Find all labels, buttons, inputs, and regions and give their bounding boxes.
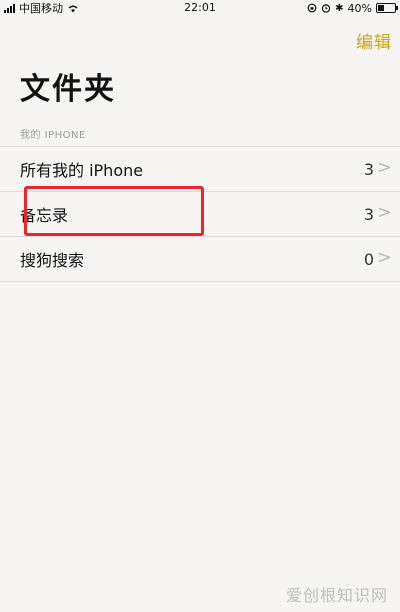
folder-count: 3 <box>363 204 374 224</box>
chevron-right-icon: > <box>376 202 392 223</box>
battery-fill <box>378 5 384 11</box>
bluetooth-icon: ✱ <box>335 2 344 14</box>
edit-button[interactable]: 编辑 <box>356 28 392 53</box>
status-right: ✱ 40% <box>307 0 398 16</box>
folder-count: 3 <box>363 159 374 179</box>
status-bar: 中国移动 22:01 ✱ 40% <box>0 0 400 16</box>
highlight-box <box>24 186 204 236</box>
chevron-right-icon: > <box>376 247 392 268</box>
battery-percent: 40% <box>347 1 372 15</box>
alarm-icon <box>321 4 331 13</box>
folder-count: 0 <box>363 249 374 269</box>
chevron-right-icon: > <box>376 157 392 178</box>
folder-row-all-iphone[interactable]: 所有我的 iPhone 3 > <box>0 146 400 191</box>
page-title: 文件夹 <box>20 72 116 107</box>
battery-icon <box>376 3 398 13</box>
folder-row-sogou-search[interactable]: 搜狗搜索 0 > <box>0 236 400 282</box>
watermark: 爱创根知识网 <box>285 586 388 605</box>
folder-label: 所有我的 iPhone <box>20 161 144 180</box>
section-header: 我的 IPHONE <box>20 130 86 141</box>
lock-rotation-icon <box>307 3 317 13</box>
folder-label: 搜狗搜索 <box>20 251 85 270</box>
